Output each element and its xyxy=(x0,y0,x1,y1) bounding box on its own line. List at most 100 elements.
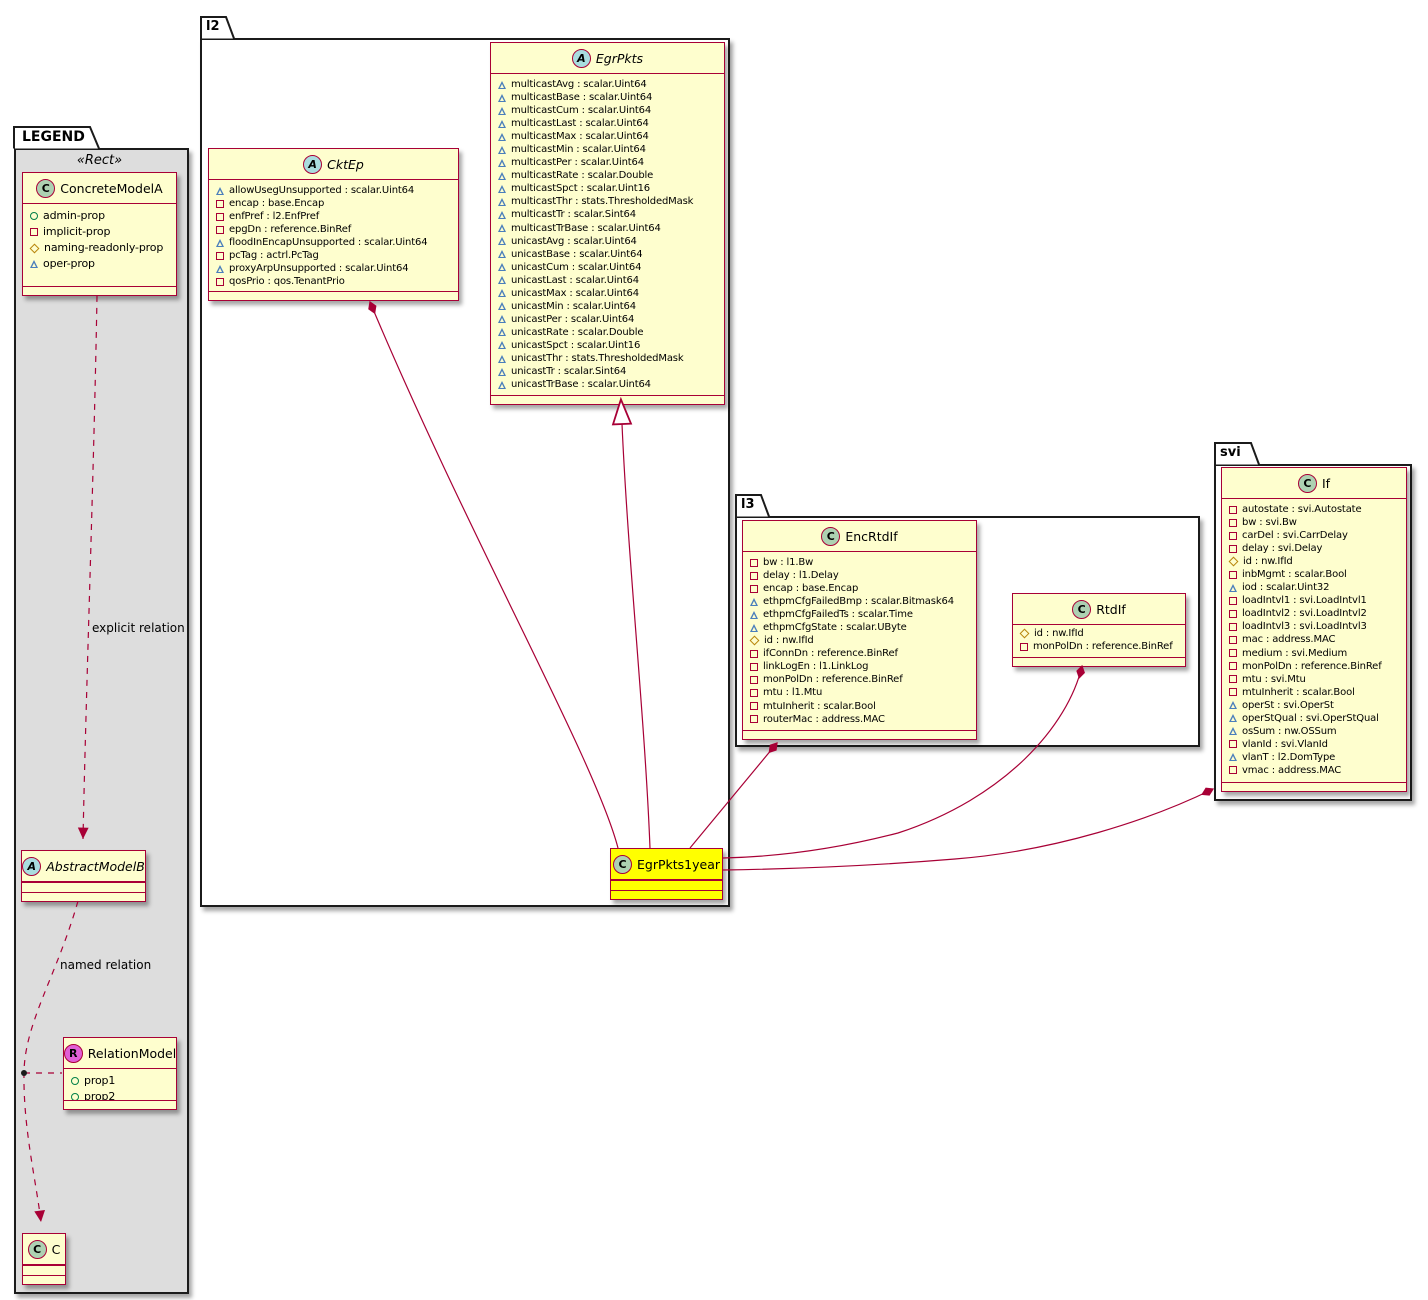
implicit-prop-icon xyxy=(216,200,224,208)
class-methods-compartment xyxy=(209,291,458,300)
attribute-text: unicastMin : scalar.Uint64 xyxy=(511,300,636,313)
class-header: A AbstractModelB xyxy=(22,851,145,882)
class-header: C EgrPkts1year xyxy=(611,849,722,880)
class-methods-compartment xyxy=(64,1100,176,1109)
attribute-row: unicastRate : scalar.Double xyxy=(498,326,718,339)
oper-prop-icon xyxy=(498,289,506,297)
attribute-row: multicastSpct : scalar.Uint16 xyxy=(498,182,718,195)
attribute-row: ethpmCfgFailedBmp : scalar.Bitmask64 xyxy=(750,595,970,608)
oper-prop-icon xyxy=(498,81,506,89)
class-name: RtdIf xyxy=(1096,602,1126,617)
oper-prop-icon xyxy=(1229,714,1237,722)
attribute-text: operSt : svi.OperSt xyxy=(1242,699,1334,712)
class-abstract-model-b[interactable]: A AbstractModelB xyxy=(21,850,146,902)
attribute-row: implicit-prop xyxy=(30,224,170,240)
oper-prop-icon xyxy=(498,276,506,284)
attribute-text: vmac : address.MAC xyxy=(1242,764,1341,777)
attribute-text: encap : base.Encap xyxy=(229,197,324,210)
class-attributes: admin-propimplicit-propnaming-readonly-p… xyxy=(23,204,176,286)
class-c[interactable]: C C xyxy=(22,1233,66,1285)
attribute-row: multicastRate : scalar.Double xyxy=(498,169,718,182)
oper-prop-icon xyxy=(498,302,506,310)
oper-prop-icon xyxy=(498,107,506,115)
attribute-text: bw : svi.Bw xyxy=(1242,516,1297,529)
implicit-prop-icon xyxy=(750,676,758,684)
attribute-text: implicit-prop xyxy=(43,224,110,240)
attribute-text: mtuInherit : scalar.Bool xyxy=(763,700,876,713)
class-egrpkts[interactable]: A EgrPkts multicastAvg : scalar.Uint64mu… xyxy=(490,42,725,405)
class-encrtdif[interactable]: C EncRtdIf bw : l1.Bwdelay : l1.Delayenc… xyxy=(742,520,977,740)
attribute-row: operSt : svi.OperSt xyxy=(1229,699,1400,712)
attribute-row: multicastMin : scalar.Uint64 xyxy=(498,143,718,156)
class-concrete-model-a[interactable]: C ConcreteModelA admin-propimplicit-prop… xyxy=(22,172,177,296)
attribute-text: pcTag : actrl.PcTag xyxy=(229,249,319,262)
attribute-text: unicastRate : scalar.Double xyxy=(511,326,643,339)
attribute-row: mac : address.MAC xyxy=(1229,633,1400,646)
attribute-row: mtu : l1.Mtu xyxy=(750,686,970,699)
attribute-text: multicastThr : stats.ThresholdedMask xyxy=(511,195,693,208)
attribute-row: bw : l1.Bw xyxy=(750,556,970,569)
attribute-text: operStQual : svi.OperStQual xyxy=(1242,712,1379,725)
oper-prop-icon xyxy=(498,172,506,180)
attribute-text: monPolDn : reference.BinRef xyxy=(1033,640,1173,653)
attribute-text: carDel : svi.CarrDelay xyxy=(1242,529,1348,542)
abstract-class-icon: A xyxy=(22,857,41,876)
implicit-prop-icon xyxy=(1229,766,1237,774)
class-icon: C xyxy=(1298,474,1317,493)
oper-prop-icon xyxy=(750,598,758,606)
oper-prop-icon xyxy=(216,239,224,247)
implicit-prop-icon xyxy=(750,663,758,671)
attribute-text: epgDn : reference.BinRef xyxy=(229,223,351,236)
attribute-text: enfPref : l2.EnfPref xyxy=(229,210,319,223)
attribute-row: mtuInherit : scalar.Bool xyxy=(750,700,970,713)
oper-prop-icon xyxy=(498,381,506,389)
class-header: R RelationModel xyxy=(64,1038,176,1069)
attribute-text: multicastRate : scalar.Double xyxy=(511,169,653,182)
attribute-text: delay : l1.Delay xyxy=(763,569,839,582)
attribute-text: proxyArpUnsupported : scalar.Uint64 xyxy=(229,262,408,275)
oper-prop-icon xyxy=(216,265,224,273)
attribute-text: admin-prop xyxy=(43,208,105,224)
admin-prop-icon xyxy=(71,1093,79,1100)
oper-prop-icon xyxy=(750,624,758,632)
oper-prop-icon xyxy=(498,198,506,206)
oper-prop-icon xyxy=(1229,584,1237,592)
implicit-prop-icon xyxy=(1229,636,1237,644)
class-header: C ConcreteModelA xyxy=(23,173,176,204)
attribute-row: multicastBase : scalar.Uint64 xyxy=(498,91,718,104)
attribute-row: vlanId : svi.VlanId xyxy=(1229,738,1400,751)
oper-prop-icon xyxy=(1229,753,1237,761)
attribute-text: routerMac : address.MAC xyxy=(763,713,885,726)
class-egrpkts1year[interactable]: C EgrPkts1year xyxy=(610,848,723,900)
class-attributes-compartment xyxy=(23,1265,65,1275)
attribute-text: unicastBase : scalar.Uint64 xyxy=(511,248,642,261)
class-relation-model[interactable]: R RelationModel prop1prop2 xyxy=(63,1037,177,1110)
attribute-row: multicastTrBase : scalar.Uint64 xyxy=(498,222,718,235)
attribute-row: pcTag : actrl.PcTag xyxy=(216,249,452,262)
oper-prop-icon xyxy=(498,133,506,141)
attribute-row: iod : scalar.Uint32 xyxy=(1229,581,1400,594)
oper-prop-icon xyxy=(498,237,506,245)
abstract-class-icon: A xyxy=(572,49,591,68)
class-rtdif[interactable]: C RtdIf id : nw.IfIdmonPolDn : reference… xyxy=(1012,593,1186,667)
implicit-prop-icon xyxy=(216,226,224,234)
oper-prop-icon xyxy=(498,224,506,232)
implicit-prop-icon xyxy=(1229,675,1237,683)
attribute-text: mtuInherit : scalar.Bool xyxy=(1242,686,1355,699)
oper-prop-icon xyxy=(30,260,38,268)
package-label-legend: LEGEND xyxy=(22,129,85,145)
attribute-text: linkLogEn : l1.LinkLog xyxy=(763,660,868,673)
naming-prop-icon xyxy=(1229,557,1239,567)
class-svi-if[interactable]: C If autostate : svi.Autostatebw : svi.B… xyxy=(1221,467,1407,792)
attribute-text: allowUsegUnsupported : scalar.Uint64 xyxy=(229,184,414,197)
attribute-text: vlanT : l2.DomType xyxy=(1242,751,1335,764)
attribute-row: mtu : svi.Mtu xyxy=(1229,673,1400,686)
implicit-prop-icon xyxy=(30,228,38,236)
admin-prop-icon xyxy=(30,212,38,220)
class-header: C If xyxy=(1222,468,1406,499)
attribute-text: ethpmCfgState : scalar.UByte xyxy=(763,621,907,634)
attribute-row: bw : svi.Bw xyxy=(1229,516,1400,529)
class-cktep[interactable]: A CktEp allowUsegUnsupported : scalar.Ui… xyxy=(208,148,459,301)
naming-prop-icon xyxy=(30,243,40,253)
class-name: C xyxy=(52,1242,61,1257)
